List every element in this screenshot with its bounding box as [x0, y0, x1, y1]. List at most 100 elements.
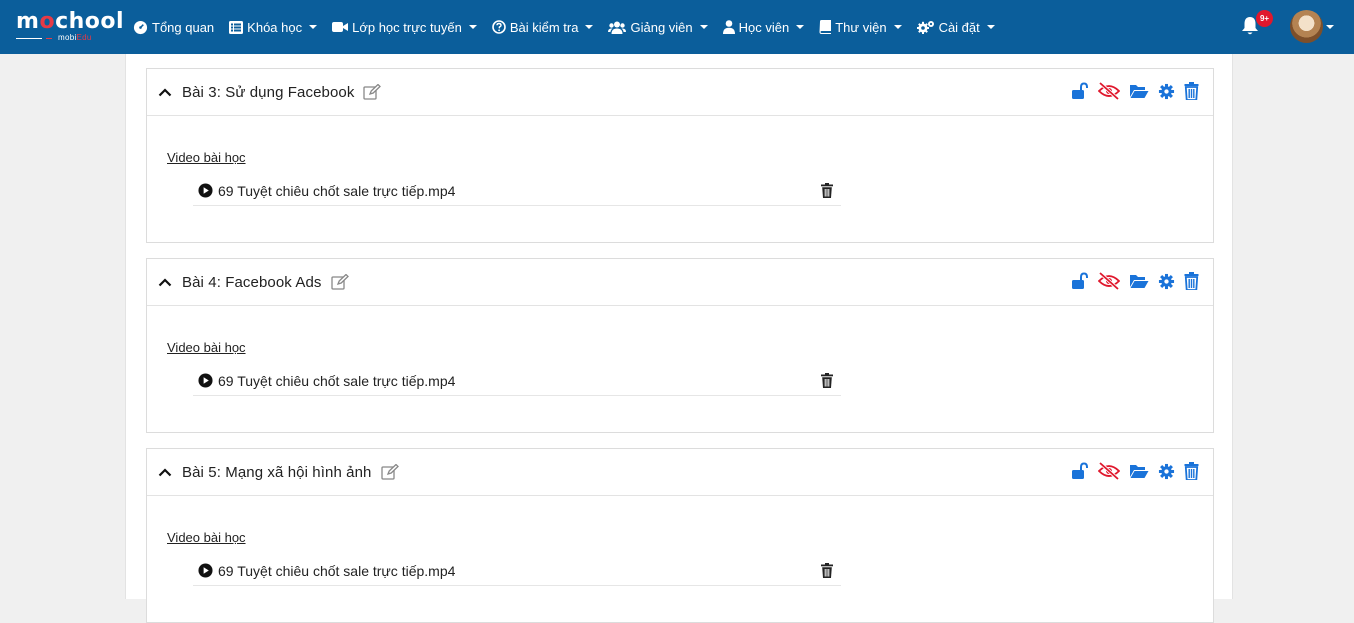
nav-item-label: Khóa học: [247, 19, 303, 35]
nav-item-teachers[interactable]: Giảng viên: [608, 0, 708, 54]
lesson-header: Bài 3: Sử dụng Facebook: [147, 69, 1213, 116]
trash-icon[interactable]: [821, 563, 833, 578]
chevron-down-icon: [699, 25, 708, 29]
video-file-name: 69 Tuyệt chiêu chốt sale trực tiếp.mp4: [218, 372, 456, 389]
gear-icon: [1158, 463, 1175, 479]
chevron-down-icon: [893, 25, 902, 29]
logo-part: chool: [55, 9, 125, 34]
folder-button[interactable]: [1129, 463, 1149, 479]
eye-slash-icon: [1098, 272, 1120, 290]
logo-part-accent: o: [39, 9, 56, 34]
folder-open-icon: [1130, 85, 1149, 98]
nav-item-online-class[interactable]: Lớp học trực tuyến: [332, 0, 477, 54]
nav-item-students[interactable]: Học viên: [722, 0, 805, 54]
chevron-up-icon[interactable]: [158, 467, 172, 477]
settings-button[interactable]: [1158, 463, 1175, 480]
video-file-row[interactable]: 69 Tuyệt chiêu chốt sale trực tiếp.mp4: [193, 366, 841, 396]
lesson-title: Bài 4: Facebook Ads: [182, 273, 322, 291]
logo-dash: [46, 38, 52, 39]
edit-icon[interactable]: [330, 274, 349, 290]
logo-sub-part: mobi: [58, 33, 77, 42]
lesson-header: Bài 5: Mạng xã hội hình ảnh: [147, 449, 1213, 496]
cogs-icon: [916, 21, 934, 34]
settings-button[interactable]: [1158, 83, 1175, 100]
chevron-down-icon: [796, 25, 805, 29]
nav-item-courses[interactable]: Khóa học: [229, 0, 318, 54]
eye-slash-icon: [1098, 82, 1120, 100]
nav-item-label: Lớp học trực tuyến: [352, 19, 462, 35]
chevron-down-icon: [585, 25, 594, 29]
unlock-button[interactable]: [1071, 272, 1089, 290]
folder-button[interactable]: [1129, 273, 1149, 289]
question-circle-icon: [492, 20, 506, 34]
nav-item-library[interactable]: Thư viện: [819, 0, 902, 54]
users-icon: [608, 21, 627, 34]
lesson-body: Video bài học 69 Tuyệt chiêu chốt sale t…: [147, 306, 1213, 432]
unlock-icon: [1072, 462, 1088, 479]
notification-badge: 9+: [1256, 10, 1273, 27]
nav-item-label: Thư viện: [835, 19, 887, 35]
unlock-icon: [1072, 272, 1088, 289]
section-label-video[interactable]: Video bài học: [167, 340, 246, 355]
main-menu: Tổng quan Khóa học Lớp học trực tuyến Bà…: [133, 0, 1010, 54]
course-content-panel: Bài 3: Sử dụng Facebook Video bài học 69…: [125, 54, 1233, 623]
lesson-actions: [1062, 82, 1199, 100]
nav-item-label: Tổng quan: [152, 19, 215, 35]
chevron-up-icon[interactable]: [158, 87, 172, 97]
nav-item-overview[interactable]: Tổng quan: [133, 0, 214, 54]
folder-button[interactable]: [1129, 83, 1149, 99]
video-file-row[interactable]: 69 Tuyệt chiêu chốt sale trực tiếp.mp4: [193, 176, 841, 206]
visibility-button[interactable]: [1098, 462, 1120, 480]
lesson-body: Video bài học 69 Tuyệt chiêu chốt sale t…: [147, 116, 1213, 242]
lesson-body: Video bài học 69 Tuyệt chiêu chốt sale t…: [147, 496, 1213, 622]
settings-button[interactable]: [1158, 273, 1175, 290]
book-icon: [819, 20, 832, 34]
play-circle-icon: [198, 373, 213, 388]
section-label-video[interactable]: Video bài học: [167, 150, 246, 165]
trash-icon: [1184, 272, 1199, 290]
nav-item-tests[interactable]: Bài kiểm tra: [492, 0, 594, 54]
unlock-icon: [1072, 82, 1088, 99]
mschool-logo[interactable]: mochool mobiEdu: [16, 9, 124, 44]
lesson-card: Bài 5: Mạng xã hội hình ảnh Video bài họ…: [146, 448, 1214, 623]
edit-icon[interactable]: [363, 84, 382, 100]
lesson-card: Bài 3: Sử dụng Facebook Video bài học 69…: [146, 68, 1214, 243]
unlock-button[interactable]: [1071, 462, 1089, 480]
lesson-actions: [1062, 272, 1199, 290]
user-icon: [722, 20, 735, 34]
play-circle-icon: [198, 183, 213, 198]
visibility-button[interactable]: [1098, 272, 1120, 290]
chevron-down-icon[interactable]: [1326, 25, 1334, 29]
list-icon: [229, 20, 244, 34]
delete-lesson-button[interactable]: [1184, 462, 1199, 480]
lesson-header: Bài 4: Facebook Ads: [147, 259, 1213, 306]
nav-item-settings[interactable]: Cài đặt: [916, 0, 995, 54]
chevron-down-icon: [986, 25, 995, 29]
logo-part: m: [16, 9, 40, 34]
trash-icon: [1184, 462, 1199, 480]
logo-subtext: mobiEdu: [58, 33, 92, 42]
folder-open-icon: [1130, 465, 1149, 478]
video-file-row[interactable]: 69 Tuyệt chiêu chốt sale trực tiếp.mp4: [193, 556, 841, 586]
folder-open-icon: [1130, 275, 1149, 288]
chevron-down-icon: [468, 25, 477, 29]
logo-sub-accent: Edu: [76, 33, 92, 42]
visibility-button[interactable]: [1098, 82, 1120, 100]
trash-icon[interactable]: [821, 183, 833, 198]
eye-slash-icon: [1098, 462, 1120, 480]
nav-item-label: Học viên: [738, 19, 790, 35]
video-file-name: 69 Tuyệt chiêu chốt sale trực tiếp.mp4: [218, 562, 456, 579]
unlock-button[interactable]: [1071, 82, 1089, 100]
section-label-video[interactable]: Video bài học: [167, 530, 246, 545]
video-camera-icon: [332, 22, 349, 32]
delete-lesson-button[interactable]: [1184, 272, 1199, 290]
edit-icon[interactable]: [380, 464, 399, 480]
nav-item-label: Bài kiểm tra: [509, 19, 579, 35]
trash-icon[interactable]: [821, 373, 833, 388]
avatar[interactable]: [1290, 10, 1323, 43]
chevron-up-icon[interactable]: [158, 277, 172, 287]
gear-icon: [1158, 273, 1175, 289]
delete-lesson-button[interactable]: [1184, 82, 1199, 100]
nav-item-label: Giảng viên: [630, 19, 693, 35]
dashboard-icon: [133, 20, 148, 34]
